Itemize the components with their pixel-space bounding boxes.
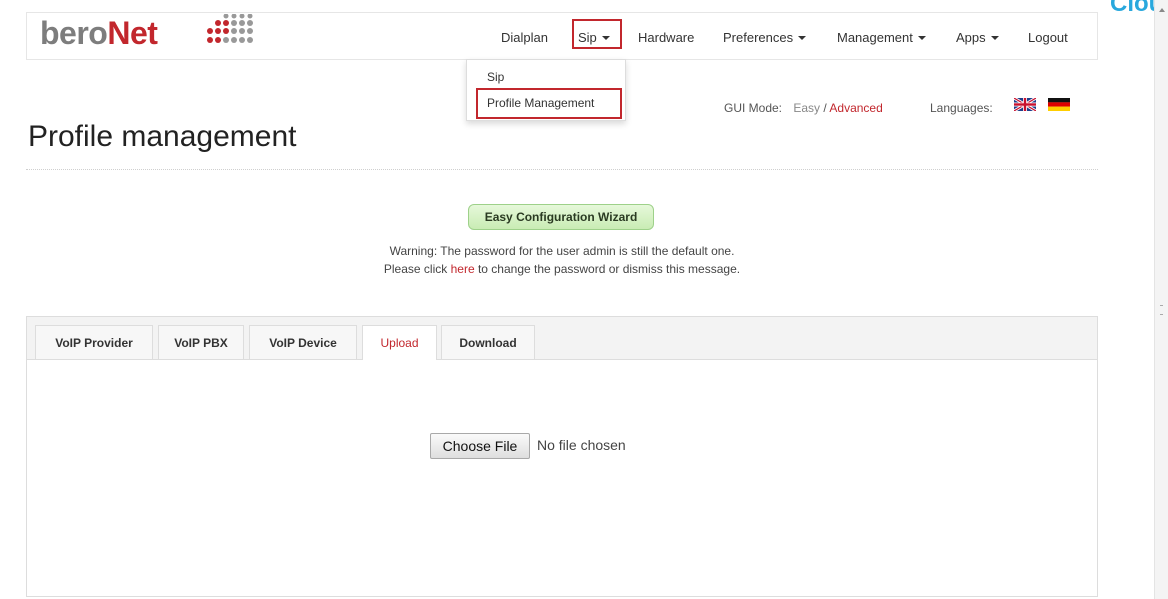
page-title: Profile management: [28, 120, 297, 153]
tab-voip-device[interactable]: VoIP Device: [249, 325, 357, 359]
nav-apps-label: Apps: [956, 30, 986, 45]
menu-item-sip[interactable]: Sip: [487, 70, 504, 84]
tab-upload[interactable]: Upload: [362, 325, 437, 360]
title-divider: [26, 169, 1098, 170]
tab-voip-pbx[interactable]: VoIP PBX: [158, 325, 244, 359]
scroll-up-arrow-icon[interactable]: [1159, 8, 1165, 12]
logo-dots-icon: [207, 14, 253, 43]
top-navbar: [26, 12, 1098, 60]
uk-flag-icon[interactable]: [1014, 98, 1036, 111]
profile-management-highlight-box: [476, 88, 622, 119]
nav-management[interactable]: Management: [837, 30, 926, 46]
nav-hardware[interactable]: Hardware: [638, 30, 694, 46]
nav-management-label: Management: [837, 30, 913, 45]
nav-apps[interactable]: Apps: [956, 30, 999, 46]
warning-text-after: to change the password or dismiss this m…: [474, 262, 741, 276]
gui-mode-label: GUI Mode:: [724, 101, 783, 115]
chevron-down-icon: [798, 36, 807, 40]
chevron-down-icon: [990, 36, 999, 40]
logo-text-bero: bero: [40, 15, 108, 51]
gui-mode: GUI Mode: Easy / Advanced: [724, 101, 883, 115]
warning-line-1: Warning: The password for the user admin…: [389, 244, 735, 258]
sip-highlight-box: [572, 19, 622, 49]
choose-file-button[interactable]: Choose File: [430, 433, 530, 459]
logo-text-net: Net: [107, 15, 158, 51]
chevron-down-icon: [917, 36, 926, 40]
tab-download[interactable]: Download: [441, 325, 535, 359]
nav-preferences[interactable]: Preferences: [723, 30, 807, 46]
tab-voip-provider[interactable]: VoIP Provider: [35, 325, 153, 359]
file-status-text: No file chosen: [537, 437, 626, 453]
profile-panel: VoIP Provider VoIP PBX VoIP Device Uploa…: [26, 316, 1098, 597]
easy-configuration-wizard-button[interactable]: Easy Configuration Wizard: [468, 204, 654, 230]
scroll-grip-icon: [1160, 305, 1163, 315]
germany-flag-icon[interactable]: [1048, 98, 1070, 111]
default-password-warning: Warning: The password for the user admin…: [0, 242, 1124, 278]
warning-text-before: Please click: [383, 262, 451, 276]
warning-line-2: Please click here to change the password…: [0, 260, 1124, 278]
change-password-link[interactable]: here: [451, 262, 475, 276]
nav-logout[interactable]: Logout: [1028, 30, 1068, 46]
nav-preferences-label: Preferences: [723, 30, 794, 45]
beronet-logo[interactable]: beroNet: [40, 15, 158, 51]
tab-bar: VoIP Provider VoIP PBX VoIP Device Uploa…: [27, 317, 1097, 360]
gui-mode-advanced-link[interactable]: Advanced: [829, 101, 882, 115]
gui-mode-easy-link[interactable]: Easy: [793, 101, 820, 115]
gui-mode-separator: /: [820, 101, 830, 115]
nav-dialplan[interactable]: Dialplan: [501, 30, 548, 46]
vertical-scrollbar[interactable]: [1154, 0, 1168, 599]
languages-label: Languages:: [930, 101, 993, 115]
